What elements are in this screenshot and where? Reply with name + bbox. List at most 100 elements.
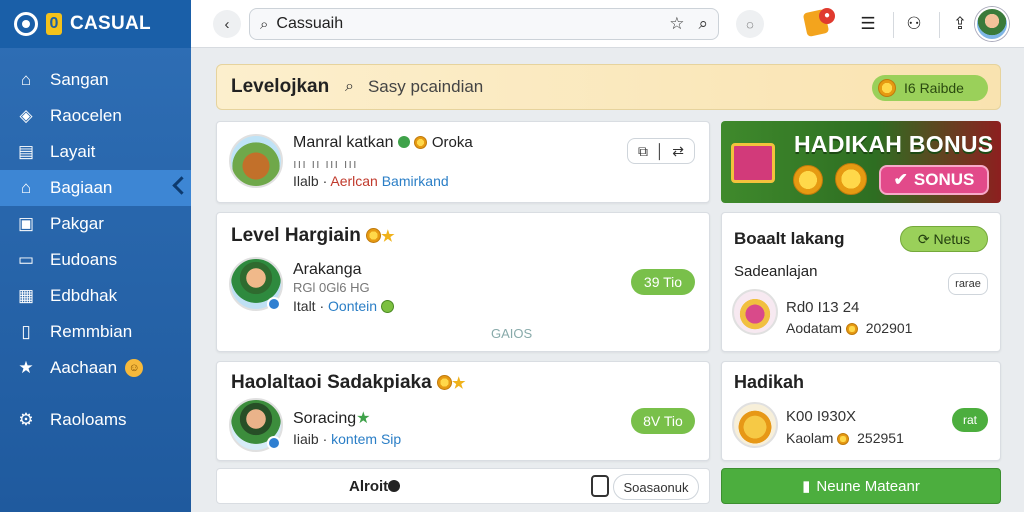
menu-list-icon[interactable]: ☰: [857, 13, 879, 35]
user-name: Arakanga: [293, 261, 362, 278]
coins-thumbnail: [732, 402, 778, 448]
logo-circle-icon: [14, 12, 38, 36]
bonus-promo[interactable]: HADIKAH BONUS ✔ SONUS: [721, 121, 1001, 203]
level-card: Level Hargiain ★ Arakanga RGl 0Gl6 HG It…: [216, 212, 710, 352]
sidebar-item-raoloams[interactable]: ⚙ Raoloams: [0, 402, 191, 438]
star-icon: ★: [18, 358, 34, 377]
reward-card: Hadikah K00 I930X Kaolam 252951 rat: [721, 361, 1001, 461]
card-heading: Hadikah: [734, 372, 805, 392]
reward-pill[interactable]: I6 Raibde: [872, 75, 988, 101]
house-outline-icon: ⌂: [20, 178, 32, 197]
search-submit-icon[interactable]: ⌕: [698, 14, 708, 34]
star-icon: ★: [451, 375, 466, 392]
logo-badge: 0: [46, 13, 62, 35]
top-bar: ‹ ⌕ ☆ ⌕ ◌ ● ☰ ⚇ ⇪: [191, 0, 1024, 48]
action-buttons[interactable]: ⧉ │ ⇄: [627, 138, 695, 164]
item-rating-icon: ııı ıı ııı ııı: [293, 156, 358, 171]
cta-button[interactable]: ▮ Neune Mateanr: [721, 468, 1001, 504]
coin-icon: [845, 323, 858, 335]
tablet-icon: ▯: [21, 322, 31, 341]
sidebar-item-pakgar[interactable]: ▣ Pakgar: [0, 206, 191, 242]
sidebar-item-label: Remmbian: [50, 322, 133, 341]
banner-hint: Sasy pcaindian: [367, 77, 484, 96]
check-icon: ✔: [893, 170, 908, 189]
reward-meta: Kaolam 252951: [786, 430, 904, 446]
bottom-left-link[interactable]: Alroit: [349, 478, 401, 495]
sidebar-item-raocelen[interactable]: ◈ Raocelen: [0, 98, 191, 134]
refresh-icon: ⟳: [917, 230, 930, 247]
level-banner: Levelojkan ⌕ Sasy pcaindian I6 Raibde: [216, 64, 1001, 110]
coin-icon: [878, 79, 896, 97]
search-box: ⌕ ☆ ⌕: [249, 8, 719, 40]
banner-title: Levelojkan: [231, 76, 330, 97]
status-pill[interactable]: ⟳ Netus: [900, 226, 988, 252]
share-icon[interactable]: ⇪: [949, 13, 971, 35]
sidebar-item-label: Pakgar: [50, 214, 104, 233]
search-icon: ⌕: [260, 15, 269, 33]
gem-icon: [380, 300, 394, 313]
user-meta: Iiaib · kontem Sip: [293, 431, 402, 447]
sidebar-item-label: Sangan: [50, 70, 109, 89]
level-pill[interactable]: 8V Tio: [631, 408, 695, 434]
coin-icon: [414, 136, 428, 149]
claim-pill[interactable]: rat: [952, 408, 988, 432]
coin-icon: [835, 163, 867, 195]
smiley-icon: ☺: [125, 359, 144, 377]
star-icon: ★: [356, 410, 371, 427]
divider: [893, 12, 894, 38]
coin-icon: [436, 375, 452, 390]
house-thumbnail: [229, 134, 283, 188]
card-heading: Boaalt lakang: [734, 229, 845, 248]
sidebar-item-eudoans[interactable]: ▭ Eudoans: [0, 242, 191, 278]
sidebar-item-label: Bagiaan: [50, 178, 113, 197]
user-sub: RGl 0Gl6 HG: [293, 280, 370, 295]
sidebar-item-label: Layait: [50, 142, 96, 161]
star-outline-icon[interactable]: ☆: [669, 14, 684, 34]
level-pill[interactable]: 39 Tio: [631, 269, 695, 295]
small-button[interactable]: rarae: [948, 273, 988, 295]
user-name: Soracing★: [293, 410, 371, 427]
sidebar-item-remmbian[interactable]: ▯ Remmbian: [0, 314, 191, 350]
chat-icon[interactable]: ◌: [736, 10, 764, 38]
coin-icon: [793, 165, 823, 195]
sidebar-item-bagiaan[interactable]: ⌂ Bagiaan: [0, 170, 191, 206]
sidebar-item-label: Edbdhak: [50, 286, 118, 305]
bottom-right-button[interactable]: Soasaonuk: [613, 474, 699, 500]
bonus-button[interactable]: ✔ SONUS: [879, 165, 989, 195]
item-meta: Ilalb · Aerlcan Bamirkand: [293, 173, 449, 189]
verified-icon: [267, 297, 281, 311]
sidebar-item-sangan[interactable]: ⌂ Sangan: [0, 62, 191, 98]
card-heading: Haolaltaoi Sadakpiaka ★: [231, 372, 466, 393]
promo-title: HADIKAH BONUS: [794, 131, 994, 157]
coin-icon: [366, 228, 382, 243]
bottom-bar: Alroit Soasaonuk: [216, 468, 710, 504]
reward-meta: Aodatam 202901: [786, 320, 913, 336]
sidebar-item-label: Eudoans: [50, 250, 118, 269]
sidebar-item-label: Aachaan: [50, 358, 118, 377]
verified-icon: [267, 436, 281, 450]
search-icon[interactable]: ⌕: [345, 78, 354, 96]
logo-text: CASUAL: [70, 13, 151, 34]
gem-icon: ◈: [19, 106, 33, 125]
coin-icon: [837, 433, 850, 445]
star-icon: ★: [381, 228, 395, 245]
sidebar-item-label: Raocelen: [50, 106, 122, 125]
item-card[interactable]: Manral katkan Oroka ııı ıı ııı ııı Ilalb…: [216, 121, 710, 203]
level-card: Haolaltaoi Sadakpiaka ★ Soracing★ Iiaib …: [216, 361, 710, 461]
gem-icon: [397, 136, 410, 148]
sidebar-nav: ⌂ Sangan ◈ Raocelen ▤ Layait ⌂ Bagiaan ▣ Pakg…: [0, 48, 191, 438]
user-icon[interactable]: ⚇: [903, 13, 925, 35]
search-input[interactable]: [276, 15, 657, 33]
avatar[interactable]: [975, 7, 1009, 41]
card-sub: Sadeanlajan: [734, 263, 818, 280]
back-icon[interactable]: ‹: [213, 10, 241, 38]
gear-icon: ⚙: [18, 410, 34, 429]
copy-icon: ⧉: [637, 142, 648, 159]
sidebar-item-aachaan[interactable]: ★ Aachaan ☺: [0, 350, 191, 386]
sidebar: 0 CASUAL ⌂ Sangan ◈ Raocelen ▤ Layait ⌂ Bagi…: [0, 0, 191, 512]
image-icon: ▣: [17, 214, 35, 233]
app-logo[interactable]: 0 CASUAL: [0, 0, 191, 48]
swap-icon: ⇄: [672, 142, 685, 159]
sidebar-item-edbdhak[interactable]: ▦ Edbdhak: [0, 278, 191, 314]
sidebar-item-layait[interactable]: ▤ Layait: [0, 134, 191, 170]
